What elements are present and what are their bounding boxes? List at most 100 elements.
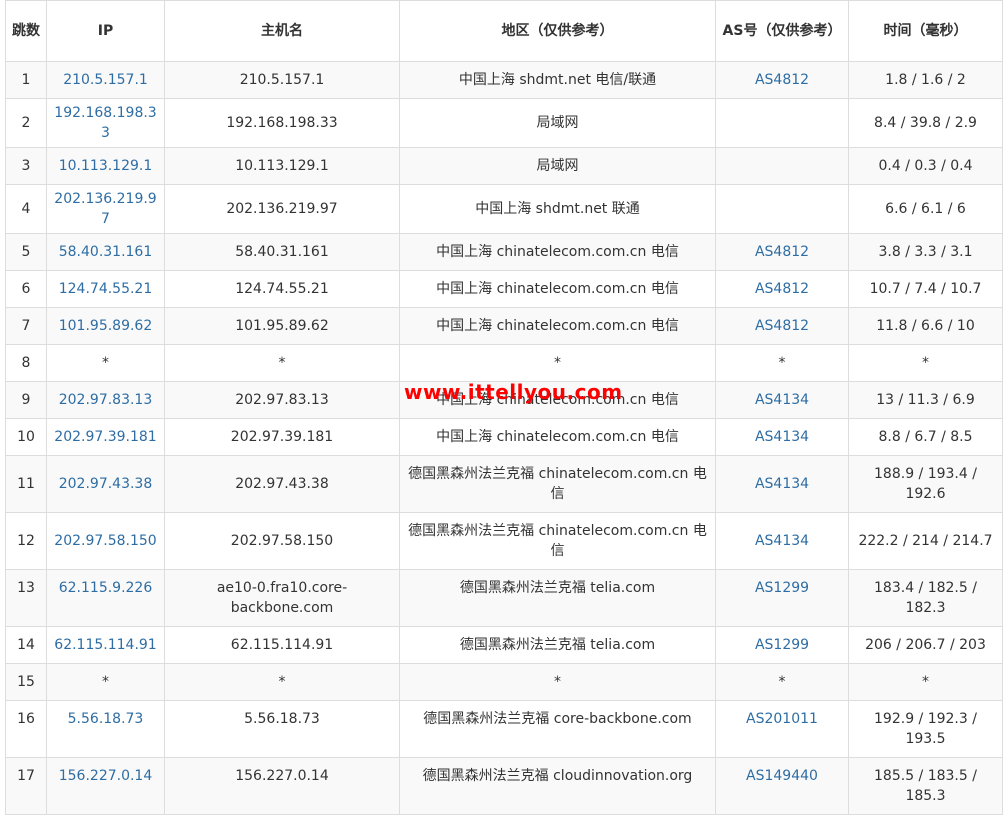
as-link[interactable]: AS4812: [755, 72, 809, 88]
host-column-cell: *: [164, 663, 400, 701]
ip-column-cell: 202.136.219.97: [46, 184, 165, 234]
host-column-cell: 202.97.58.150: [164, 512, 400, 570]
as-column-cell: AS4812: [715, 307, 849, 345]
ip-link[interactable]: 5.56.18.73: [68, 711, 144, 727]
as-column-cell: AS149440: [715, 757, 849, 815]
as-column-cell: AS4134: [715, 381, 849, 419]
ip-link[interactable]: 202.97.43.38: [59, 476, 153, 492]
as-link[interactable]: AS4812: [755, 244, 809, 260]
as-link[interactable]: AS4812: [755, 281, 809, 297]
as-link[interactable]: AS1299: [755, 580, 809, 596]
host-column-cell: 10.113.129.1: [164, 147, 400, 185]
region-column-cell: 德国黑森州法兰克福 core-backbone.com: [399, 700, 716, 758]
ip-link[interactable]: 202.97.83.13: [59, 392, 153, 408]
hostname-cell: 156.227.0.14: [235, 768, 329, 784]
time-cell: *: [922, 674, 929, 690]
ip-link[interactable]: 192.168.198.33: [54, 105, 156, 141]
region-column-cell: 德国黑森州法兰克福 telia.com: [399, 626, 716, 664]
host-column-cell: 124.74.55.21: [164, 270, 400, 308]
as-column-cell: [715, 98, 849, 148]
hop-cell: 10: [17, 429, 35, 445]
time-column-cell: *: [848, 344, 1003, 382]
region-cell: 德国黑森州法兰克福 core-backbone.com: [423, 711, 692, 727]
table-row: 12 202.97.58.150 202.97.58.150 德国黑森州法兰克福 ch…: [5, 512, 1003, 570]
traceroute-table: 跳数 IP 主机名 地区（仅供参考） AS号（仅供参考） 时间（毫秒） 1 210…: [5, 0, 1003, 815]
ip-link[interactable]: 101.95.89.62: [59, 318, 153, 334]
region-column-cell: 中国上海 chinatelecom.com.cn 电信: [399, 418, 716, 456]
time-cell: 222.2 / 214 / 214.7: [858, 533, 993, 549]
ip-link[interactable]: 202.136.219.97: [54, 191, 156, 227]
table-row: 5 58.40.31.161 58.40.31.161 中国上海 chinatelec…: [5, 233, 1003, 271]
as-cell: *: [778, 355, 786, 371]
as-column-cell: AS201011: [715, 700, 849, 758]
time-cell: 10.7 / 7.4 / 10.7: [869, 281, 982, 297]
hop-column-cell: 14: [5, 626, 47, 664]
hostname-cell: 202.97.43.38: [235, 476, 329, 492]
hostname-cell: 62.115.114.91: [230, 637, 334, 653]
host-column-cell: 202.97.43.38: [164, 455, 400, 513]
as-link[interactable]: AS4134: [755, 533, 809, 549]
region-cell: 中国上海 chinatelecom.com.cn 电信: [436, 392, 679, 408]
ip-link[interactable]: 202.97.58.150: [54, 533, 156, 549]
region-column-cell: 中国上海 chinatelecom.com.cn 电信: [399, 233, 716, 271]
ip-link[interactable]: 124.74.55.21: [59, 281, 153, 297]
ip-column-cell: 62.115.9.226: [46, 569, 165, 627]
region-cell: 中国上海 chinatelecom.com.cn 电信: [436, 318, 679, 334]
hostname-cell: 202.97.83.13: [235, 392, 329, 408]
as-link[interactable]: AS149440: [746, 768, 818, 784]
region-cell: 中国上海 chinatelecom.com.cn 电信: [436, 244, 679, 260]
ip-link[interactable]: 202.97.39.181: [54, 429, 156, 445]
time-column-cell: 183.4 / 182.5 / 182.3: [848, 569, 1003, 627]
as-link[interactable]: AS1299: [755, 637, 809, 653]
time-column-cell: 11.8 / 6.6 / 10: [848, 307, 1003, 345]
ip-column-cell: 10.113.129.1: [46, 147, 165, 185]
table-row: 2 192.168.198.33 192.168.198.33 局域网 8.4 / 39…: [5, 98, 1003, 148]
region-column-cell: *: [399, 663, 716, 701]
as-link[interactable]: AS4134: [755, 429, 809, 445]
ip-column-cell: 202.97.43.38: [46, 455, 165, 513]
time-cell: 1.8 / 1.6 / 2: [885, 72, 966, 88]
region-column-cell: 局域网: [399, 98, 716, 148]
hostname-cell: 5.56.18.73: [244, 711, 320, 727]
ip-link[interactable]: 10.113.129.1: [59, 158, 153, 174]
header-ip: IP: [46, 0, 165, 62]
host-column-cell: 202.97.83.13: [164, 381, 400, 419]
hop-cell: 17: [17, 768, 35, 784]
table-row: 16 5.56.18.73 5.56.18.73 德国黑森州法兰克福 core-bac…: [5, 700, 1003, 758]
as-link[interactable]: AS4812: [755, 318, 809, 334]
as-link[interactable]: AS201011: [746, 711, 818, 727]
ip-column-cell: 202.97.83.13: [46, 381, 165, 419]
ip-link[interactable]: 62.115.114.91: [54, 637, 156, 653]
ip-link[interactable]: 156.227.0.14: [59, 768, 153, 784]
region-column-cell: 局域网: [399, 147, 716, 185]
host-column-cell: 156.227.0.14: [164, 757, 400, 815]
hostname-cell: 202.97.39.181: [230, 429, 334, 445]
as-column-cell: [715, 184, 849, 234]
time-cell: 185.5 / 183.5 / 185.3: [874, 768, 977, 804]
hop-cell: 5: [21, 244, 31, 260]
hop-cell: 7: [21, 318, 31, 334]
hop-column-cell: 5: [5, 233, 47, 271]
ip-link[interactable]: 58.40.31.161: [59, 244, 153, 260]
time-column-cell: 185.5 / 183.5 / 185.3: [848, 757, 1003, 815]
hostname-cell: 210.5.157.1: [239, 72, 325, 88]
time-column-cell: 8.4 / 39.8 / 2.9: [848, 98, 1003, 148]
region-column-cell: *: [399, 344, 716, 382]
as-column-cell: AS4134: [715, 512, 849, 570]
ip-link[interactable]: 210.5.157.1: [63, 72, 148, 88]
region-cell: 德国黑森州法兰克福 chinatelecom.com.cn 电信: [408, 466, 707, 502]
ip-link[interactable]: 62.115.9.226: [59, 580, 153, 596]
region-cell: *: [554, 674, 561, 690]
as-link[interactable]: AS4134: [755, 476, 809, 492]
hop-cell: 9: [21, 392, 31, 408]
table-row: 4 202.136.219.97 202.136.219.97 中国上海 shdmt.…: [5, 184, 1003, 234]
hop-column-cell: 8: [5, 344, 47, 382]
time-cell: 6.6 / 6.1 / 6: [885, 201, 966, 217]
header-hostname: 主机名: [164, 0, 400, 62]
hostname-cell: *: [278, 674, 286, 690]
hop-cell: 15: [17, 674, 35, 690]
as-link[interactable]: AS4134: [755, 392, 809, 408]
time-cell: 0.4 / 0.3 / 0.4: [878, 158, 973, 174]
time-column-cell: 3.8 / 3.3 / 3.1: [848, 233, 1003, 271]
ip-column-cell: *: [46, 663, 165, 701]
